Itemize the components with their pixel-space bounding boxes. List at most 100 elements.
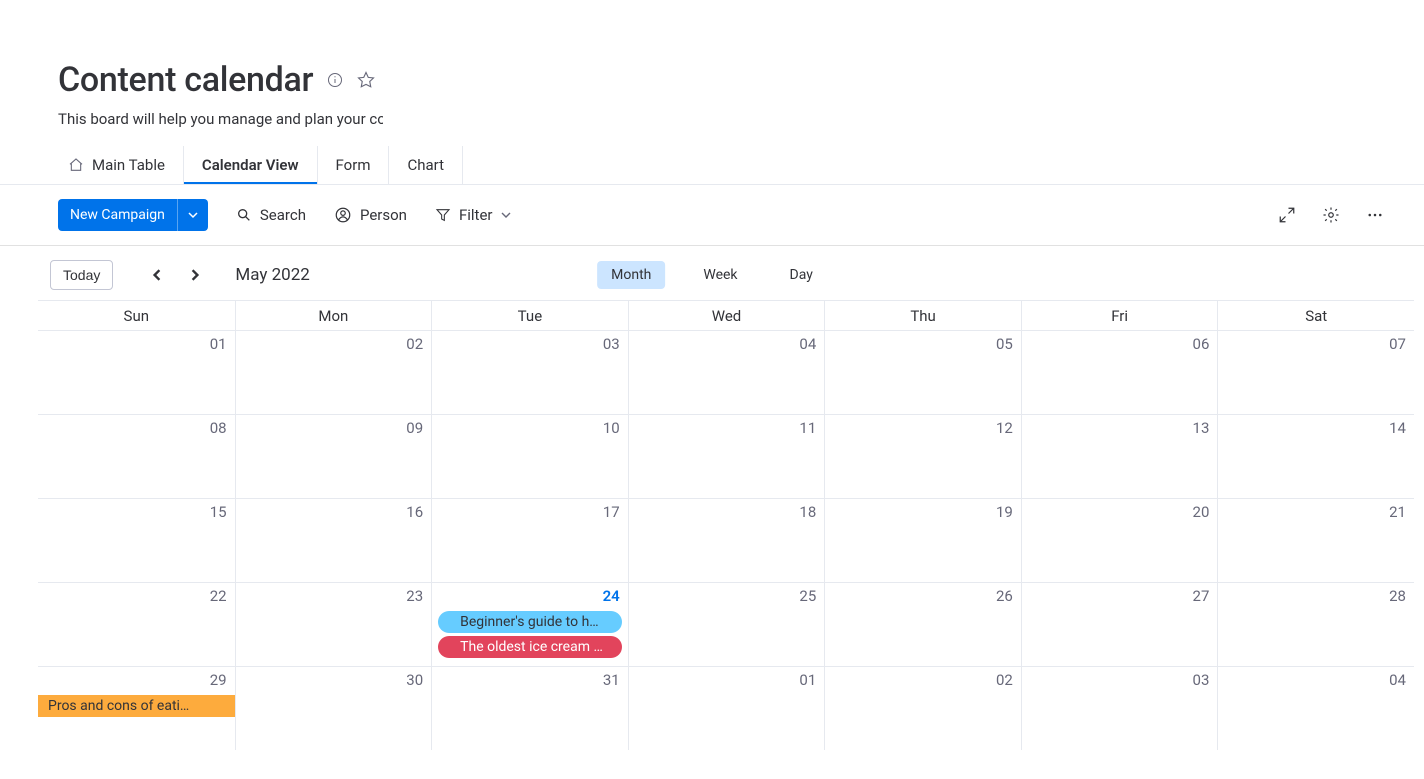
day-number: 02 (406, 335, 423, 353)
tab-form[interactable]: Form (317, 146, 389, 184)
day-number: 22 (210, 587, 227, 605)
day-cell[interactable]: 03 (431, 330, 628, 414)
day-cell[interactable]: 16 (235, 498, 432, 582)
dow-cell: Wed (628, 301, 825, 330)
calendar-event[interactable]: Pros and cons of eati… (38, 695, 235, 717)
day-cell[interactable]: 12 (824, 414, 1021, 498)
day-number: 06 (1193, 335, 1210, 353)
day-cell[interactable]: 25 (628, 582, 825, 666)
day-cell[interactable]: 27 (1021, 582, 1218, 666)
prev-month-button[interactable] (147, 265, 167, 285)
day-number: 15 (210, 503, 227, 521)
tab-calendar-view[interactable]: Calendar View (183, 146, 317, 184)
day-number: 10 (603, 419, 620, 437)
star-icon[interactable] (357, 71, 375, 89)
day-number: 24 (603, 587, 620, 605)
tabs: Main Table Calendar View Form Chart (0, 146, 1424, 185)
current-month-label: May 2022 (235, 265, 309, 285)
tool-label: Search (260, 206, 306, 224)
dow-cell: Sat (1217, 301, 1414, 330)
day-cell[interactable]: 01 (38, 330, 235, 414)
day-cell[interactable]: 03 (1021, 666, 1218, 750)
day-cell[interactable]: 07 (1217, 330, 1414, 414)
day-number: 05 (996, 335, 1013, 353)
day-number: 03 (1193, 671, 1210, 689)
day-number: 26 (996, 587, 1013, 605)
day-cell[interactable]: 02 (824, 666, 1021, 750)
day-cell[interactable]: 10 (431, 414, 628, 498)
home-icon (68, 157, 84, 173)
calendar-event[interactable]: Beginner's guide to h… (438, 611, 622, 633)
day-cell[interactable]: 01 (628, 666, 825, 750)
day-cell[interactable]: 29Pros and cons of eati… (38, 666, 235, 750)
day-number: 08 (210, 419, 227, 437)
page-subtitle: This board will help you manage and plan… (58, 110, 383, 128)
tab-chart[interactable]: Chart (388, 146, 463, 184)
filter-button[interactable]: Filter (435, 206, 511, 224)
day-cell[interactable]: 15 (38, 498, 235, 582)
calendar-controls: Today May 2022 Month Week Day (0, 246, 1424, 300)
gear-icon[interactable] (1322, 206, 1340, 224)
day-cell[interactable]: 02 (235, 330, 432, 414)
day-cell[interactable]: 11 (628, 414, 825, 498)
day-cell[interactable]: 09 (235, 414, 432, 498)
tab-main-table[interactable]: Main Table (58, 146, 183, 184)
search-button[interactable]: Search (236, 206, 306, 224)
day-cell[interactable]: 26 (824, 582, 1021, 666)
day-cell[interactable]: 14 (1217, 414, 1414, 498)
day-cell[interactable]: 23 (235, 582, 432, 666)
day-cell[interactable]: 13 (1021, 414, 1218, 498)
day-number: 02 (996, 671, 1013, 689)
filter-icon (435, 207, 451, 223)
view-month-button[interactable]: Month (597, 261, 665, 289)
day-cell[interactable]: 06 (1021, 330, 1218, 414)
day-cell[interactable]: 20 (1021, 498, 1218, 582)
info-icon[interactable] (327, 72, 343, 88)
person-button[interactable]: Person (334, 206, 407, 224)
chevron-down-icon[interactable] (177, 199, 208, 231)
dow-cell: Mon (235, 301, 432, 330)
day-number: 27 (1193, 587, 1210, 605)
day-number: 21 (1389, 503, 1406, 521)
day-cell[interactable]: 22 (38, 582, 235, 666)
day-cell[interactable]: 08 (38, 414, 235, 498)
next-month-button[interactable] (185, 265, 205, 285)
tab-label: Calendar View (202, 156, 299, 174)
day-cell[interactable]: 04 (1217, 666, 1414, 750)
chevron-down-icon (501, 210, 511, 220)
day-number: 19 (996, 503, 1013, 521)
day-number: 23 (406, 587, 423, 605)
view-day-button[interactable]: Day (776, 261, 827, 289)
dow-cell: Fri (1021, 301, 1218, 330)
toolbar: New Campaign Search Person Filter (0, 185, 1424, 246)
dow-cell: Sun (38, 301, 235, 330)
day-cell[interactable]: 28 (1217, 582, 1414, 666)
tab-label: Form (336, 156, 371, 174)
today-button[interactable]: Today (50, 260, 113, 290)
day-number: 04 (799, 335, 816, 353)
day-cell[interactable]: 31 (431, 666, 628, 750)
calendar-event[interactable]: The oldest ice cream … (438, 636, 622, 658)
dow-cell: Tue (431, 301, 628, 330)
expand-icon[interactable] (1278, 206, 1296, 224)
day-cell[interactable]: 24 Beginner's guide to h… The oldest ice c… (431, 582, 628, 666)
day-number: 28 (1389, 587, 1406, 605)
person-icon (334, 206, 352, 224)
day-cell[interactable]: 04 (628, 330, 825, 414)
day-of-week-header: SunMonTueWedThuFriSat (38, 300, 1414, 330)
day-cell[interactable]: 21 (1217, 498, 1414, 582)
dow-cell: Thu (824, 301, 1021, 330)
page-title: Content calendar (58, 60, 313, 100)
day-cell[interactable]: 30 (235, 666, 432, 750)
new-campaign-button[interactable]: New Campaign (58, 199, 208, 231)
more-icon[interactable] (1366, 206, 1384, 224)
day-number: 12 (996, 419, 1013, 437)
tab-label: Main Table (92, 156, 165, 174)
day-number: 01 (210, 335, 227, 353)
view-week-button[interactable]: Week (689, 261, 751, 289)
day-cell[interactable]: 17 (431, 498, 628, 582)
day-cell[interactable]: 18 (628, 498, 825, 582)
day-cell[interactable]: 05 (824, 330, 1021, 414)
day-cell[interactable]: 19 (824, 498, 1021, 582)
day-number: 31 (603, 671, 620, 689)
